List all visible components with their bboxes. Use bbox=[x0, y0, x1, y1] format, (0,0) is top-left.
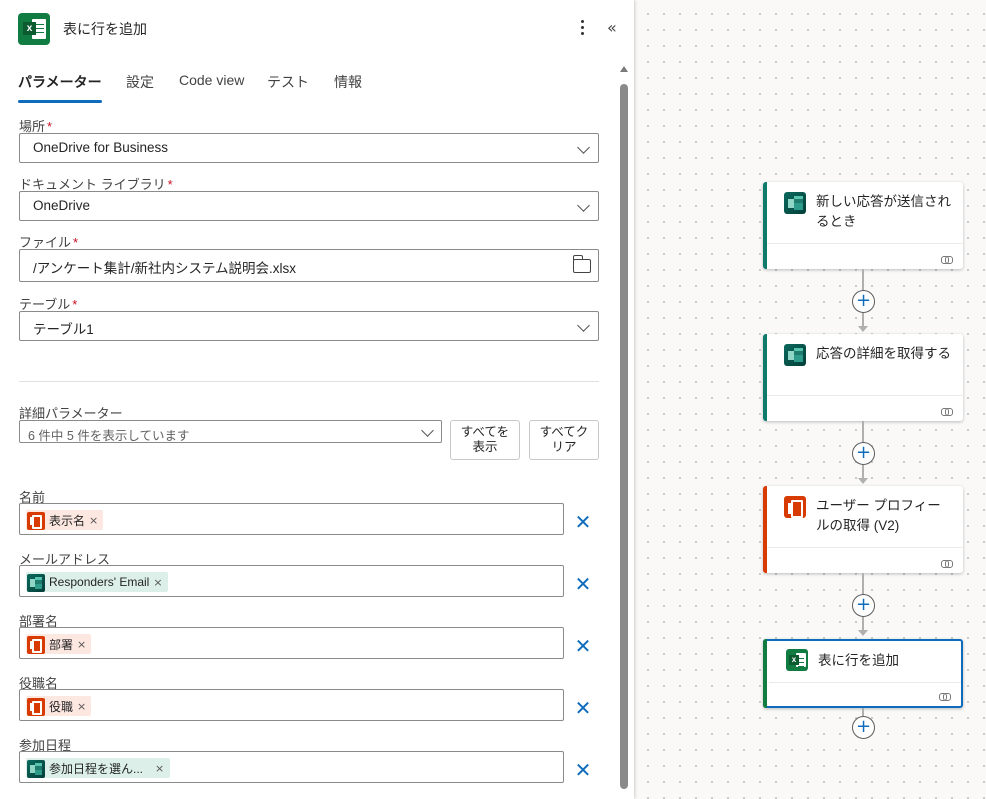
excel-icon: x bbox=[18, 13, 50, 45]
name-input[interactable]: 表示名 × bbox=[19, 503, 564, 535]
location-value: OneDrive for Business bbox=[33, 140, 169, 155]
scroll-up-icon[interactable] bbox=[620, 66, 628, 72]
collapse-panel-icon[interactable]: « bbox=[607, 18, 617, 37]
tab-settings[interactable]: 設定 bbox=[126, 72, 154, 92]
remove-token-icon[interactable]: × bbox=[89, 514, 98, 527]
add-step-button[interactable]: + bbox=[852, 716, 875, 739]
library-dropdown[interactable]: OneDrive bbox=[19, 191, 599, 221]
advanced-params-dropdown[interactable]: 6 件中 5 件を表示しています bbox=[19, 420, 442, 443]
advanced-params-summary: 6 件中 5 件を表示しています bbox=[28, 429, 190, 443]
flow-card-add-row[interactable]: x 表に行を追加 bbox=[763, 639, 963, 708]
panel-header: x 表に行を追加 « bbox=[0, 0, 634, 58]
forms-icon bbox=[27, 573, 45, 592]
location-dropdown[interactable]: OneDrive for Business bbox=[19, 133, 599, 163]
clear-field-icon[interactable]: ✕ bbox=[573, 574, 593, 594]
library-value: OneDrive bbox=[33, 198, 91, 213]
card-title: 応答の詳細を取得する bbox=[816, 346, 951, 361]
card-title: 新しい応答が送信されるとき bbox=[816, 194, 951, 229]
action-details-panel: x 表に行を追加 « パラメーター 設定 Code view テスト 情報 場所… bbox=[0, 0, 634, 799]
table-dropdown[interactable]: テーブル1 bbox=[19, 311, 599, 341]
tab-code-view[interactable]: Code view bbox=[179, 72, 244, 88]
clear-field-icon[interactable]: ✕ bbox=[573, 512, 593, 532]
flow-card-get-response[interactable]: 応答の詳細を取得する bbox=[763, 334, 963, 421]
office-icon bbox=[784, 496, 806, 518]
remove-token-icon[interactable]: × bbox=[77, 638, 86, 651]
card-title: ユーザー プロフィールの取得 (V2) bbox=[816, 498, 941, 533]
dynamic-content-token[interactable]: 表示名 × bbox=[26, 510, 104, 530]
link-icon bbox=[939, 693, 951, 701]
file-picker-field[interactable]: /アンケート集計/新社内システム説明会.xlsx bbox=[19, 249, 599, 282]
office-icon bbox=[27, 635, 45, 654]
remove-token-icon[interactable]: × bbox=[155, 762, 164, 775]
forms-icon bbox=[27, 759, 45, 778]
chevron-down-icon bbox=[577, 141, 590, 154]
chevron-down-icon bbox=[577, 199, 590, 212]
tab-parameters[interactable]: パラメーター bbox=[18, 72, 102, 92]
chevron-down-icon bbox=[577, 319, 590, 332]
file-path-value: /アンケート集計/新社内システム説明会.xlsx bbox=[33, 261, 297, 276]
forms-icon bbox=[784, 344, 806, 366]
dynamic-content-token[interactable]: 役職 × bbox=[26, 696, 92, 716]
clear-field-icon[interactable]: ✕ bbox=[573, 698, 593, 718]
link-icon bbox=[941, 408, 953, 416]
tab-test[interactable]: テスト bbox=[267, 72, 309, 92]
tab-info[interactable]: 情報 bbox=[334, 72, 362, 92]
dynamic-content-token[interactable]: 部署 × bbox=[26, 634, 92, 654]
clear-all-button[interactable]: すべてクリア bbox=[529, 420, 599, 460]
scrollbar-thumb[interactable] bbox=[620, 84, 628, 789]
flow-card-user-profile[interactable]: ユーザー プロフィールの取得 (V2) bbox=[763, 486, 963, 573]
active-tab-indicator bbox=[18, 100, 102, 103]
clear-field-icon[interactable]: ✕ bbox=[573, 760, 593, 780]
excel-icon: x bbox=[786, 649, 808, 671]
remove-token-icon[interactable]: × bbox=[77, 700, 86, 713]
office-icon bbox=[27, 511, 45, 530]
scrollbar[interactable] bbox=[618, 64, 630, 799]
forms-icon bbox=[784, 192, 806, 214]
department-input[interactable]: 部署 × bbox=[19, 627, 564, 659]
remove-token-icon[interactable]: × bbox=[153, 576, 162, 589]
email-input[interactable]: Responders' Email × bbox=[19, 565, 564, 597]
folder-icon[interactable] bbox=[572, 255, 591, 273]
card-title: 表に行を追加 bbox=[818, 653, 899, 668]
link-icon bbox=[941, 560, 953, 568]
show-all-button[interactable]: すべてを 表示 bbox=[450, 420, 520, 460]
section-divider bbox=[19, 381, 599, 382]
add-step-button[interactable]: + bbox=[852, 290, 875, 313]
office-icon bbox=[27, 697, 45, 716]
add-step-button[interactable]: + bbox=[852, 594, 875, 617]
link-icon bbox=[941, 256, 953, 264]
dynamic-content-token[interactable]: Responders' Email × bbox=[26, 572, 168, 592]
schedule-input[interactable]: 参加日程を選ん... × bbox=[19, 751, 564, 783]
more-options-icon[interactable] bbox=[581, 20, 585, 36]
dynamic-content-token[interactable]: 参加日程を選ん... × bbox=[26, 758, 171, 778]
clear-field-icon[interactable]: ✕ bbox=[573, 636, 593, 656]
flow-card-trigger[interactable]: 新しい応答が送信されるとき bbox=[763, 182, 963, 269]
chevron-down-icon bbox=[421, 424, 434, 437]
panel-title: 表に行を追加 bbox=[63, 21, 147, 37]
table-value: テーブル1 bbox=[33, 322, 94, 337]
job-title-input[interactable]: 役職 × bbox=[19, 689, 564, 721]
add-step-button[interactable]: + bbox=[852, 442, 875, 465]
